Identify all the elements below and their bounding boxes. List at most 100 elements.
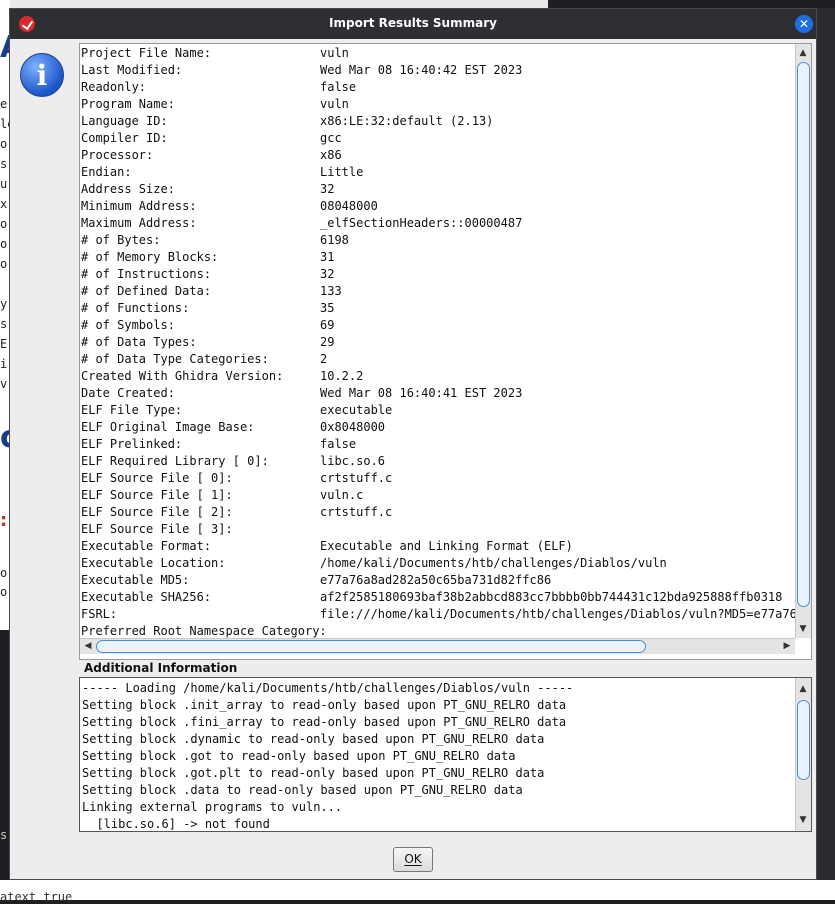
scroll-right-arrow-icon[interactable]: ▶ xyxy=(780,639,794,653)
background-window-edge xyxy=(0,0,548,8)
summary-key: # of Instructions: xyxy=(81,267,212,281)
additional-information-label: Additional Information xyxy=(84,661,238,675)
import-results-dialog: Import Results Summary ✕ i Project File … xyxy=(9,8,817,880)
log-vertical-scroll-thumb[interactable] xyxy=(797,700,810,780)
summary-value: x86 xyxy=(320,148,342,162)
summary-value: libc.so.6 xyxy=(320,454,386,468)
log-line: Setting block .got.plt to read-only base… xyxy=(82,766,545,780)
scroll-up-arrow-icon[interactable]: ▲ xyxy=(796,46,810,60)
summary-value: 69 xyxy=(320,318,335,332)
summary-value: Little xyxy=(320,165,364,179)
summary-key: # of Functions: xyxy=(81,301,190,315)
log-line: Setting block .fini_array to read-only b… xyxy=(82,715,567,729)
scroll-left-arrow-icon[interactable]: ◀ xyxy=(81,639,95,653)
info-icon: i xyxy=(20,53,64,97)
scroll-down-arrow-icon[interactable]: ▼ xyxy=(796,622,810,636)
summary-key: Processor: xyxy=(81,148,154,162)
summary-key: Executable SHA256: xyxy=(81,590,212,604)
summary-value: 29 xyxy=(320,335,335,349)
summary-key: Executable Format: xyxy=(81,539,212,553)
summary-key: # of Memory Blocks: xyxy=(81,250,219,264)
background-text-fragment: o xyxy=(0,217,8,231)
summary-key: # of Defined Data: xyxy=(81,284,212,298)
summary-value: false xyxy=(320,437,357,451)
summary-key: ELF File Type: xyxy=(81,403,183,417)
background-text-fragment: o xyxy=(0,257,8,271)
summary-horizontal-scroll-thumb[interactable] xyxy=(96,640,646,653)
summary-key: Language ID: xyxy=(81,114,168,128)
background-red-mark: : xyxy=(0,510,8,531)
background-text-fragment: e xyxy=(0,97,8,111)
summary-vertical-scrollbar[interactable]: ▲ ▼ xyxy=(795,44,811,638)
summary-value: 6198 xyxy=(320,233,349,247)
summary-value: vuln xyxy=(320,97,349,111)
summary-value: Wed Mar 08 16:40:42 EST 2023 xyxy=(320,63,523,77)
summary-value: 08048000 xyxy=(320,199,378,213)
summary-key: ELF Source File [ 2]: xyxy=(81,505,233,519)
background-text-fragment: E xyxy=(0,337,8,351)
summary-value: crtstuff.c xyxy=(320,471,393,485)
summary-value: 0x8048000 xyxy=(320,420,386,434)
dialog-titlebar[interactable]: Import Results Summary ✕ xyxy=(10,9,816,39)
summary-key: ELF Source File [ 0]: xyxy=(81,471,233,485)
summary-value: 31 xyxy=(320,250,335,264)
background-text-fragment: o xyxy=(0,566,8,580)
summary-key: Minimum Address: xyxy=(81,199,197,213)
summary-vertical-scroll-thumb[interactable] xyxy=(797,62,810,607)
log-line: Setting block .got to read-only based up… xyxy=(82,749,516,763)
ok-button[interactable]: OK xyxy=(393,847,433,872)
summary-panel[interactable]: Project File Name: vuln Last Modified: Wed … xyxy=(79,43,812,660)
summary-key: ELF Prelinked: xyxy=(81,437,183,451)
summary-value: 32 xyxy=(320,267,335,281)
log-line: Setting block .init_array to read-only b… xyxy=(82,698,567,712)
background-text-fragment: s xyxy=(0,157,8,171)
background-text-fragment: s xyxy=(0,828,8,842)
summary-value: 2 xyxy=(320,352,328,366)
summary-key: # of Symbols: xyxy=(81,318,175,332)
summary-value: 35 xyxy=(320,301,335,315)
dialog-title: Import Results Summary xyxy=(329,16,497,30)
log-line: Setting block .dynamic to read-only base… xyxy=(82,732,545,746)
background-text-fragment: u xyxy=(0,177,8,191)
log-line: Setting block .data to read-only based u… xyxy=(82,783,523,797)
summary-key: # of Data Type Categories: xyxy=(81,352,269,366)
summary-value: /home/kali/Documents/htb/challenges/Diab… xyxy=(320,556,667,570)
summary-key: Maximum Address: xyxy=(81,216,197,230)
summary-key: ELF Original Image Base: xyxy=(81,420,255,434)
log-vertical-scrollbar[interactable]: ▲ ▼ xyxy=(795,678,811,831)
close-button[interactable]: ✕ xyxy=(795,15,813,33)
summary-key: Executable Location: xyxy=(81,556,226,570)
summary-value: Executable and Linking Format (ELF) xyxy=(320,539,573,553)
summary-key: Date Created: xyxy=(81,386,175,400)
summary-key: Readonly: xyxy=(81,80,147,94)
background-window-right xyxy=(817,8,835,880)
summary-key: Compiler ID: xyxy=(81,131,168,145)
scroll-up-arrow-icon[interactable]: ▲ xyxy=(796,682,810,696)
summary-key: FSRL: xyxy=(81,607,118,621)
summary-key: ELF Source File [ 1]: xyxy=(81,488,233,502)
summary-value: 133 xyxy=(320,284,342,298)
summary-value: _elfSectionHeaders::00000487 xyxy=(320,216,523,230)
background-text-fragment: x xyxy=(0,197,8,211)
background-window-bottom xyxy=(0,880,835,900)
summary-value: 10.2.2 xyxy=(320,369,364,383)
summary-horizontal-scrollbar[interactable]: ◀ ▶ xyxy=(80,638,795,654)
background-text-fragment: i xyxy=(0,357,8,371)
log-line: Linking external programs to vuln... xyxy=(82,800,343,814)
background-text-fragment: o xyxy=(0,137,8,151)
summary-value: executable xyxy=(320,403,393,417)
summary-key: ELF Source File [ 3]: xyxy=(81,522,233,536)
summary-value: Wed Mar 08 16:40:41 EST 2023 xyxy=(320,386,523,400)
summary-key: Project File Name: xyxy=(81,46,212,60)
background-text-fragment: v xyxy=(0,377,8,391)
summary-key: Last Modified: xyxy=(81,63,183,77)
additional-information-panel[interactable]: ----- Loading /home/kali/Documents/htb/c… xyxy=(79,677,812,832)
background-text-fragment: s xyxy=(0,317,8,331)
scroll-down-arrow-icon[interactable]: ▼ xyxy=(796,813,810,827)
summary-key: Program Name: xyxy=(81,97,175,111)
summary-value: file:///home/kali/Documents/htb/challeng… xyxy=(320,607,795,621)
summary-key: Preferred Root Namespace Category: xyxy=(81,624,327,638)
summary-value: af2f2585180693baf38b2abbcd883cc7bbbb0bb7… xyxy=(320,590,783,604)
summary-value: gcc xyxy=(320,131,342,145)
summary-text-area[interactable]: Project File Name: vuln Last Modified: Wed … xyxy=(80,44,795,638)
